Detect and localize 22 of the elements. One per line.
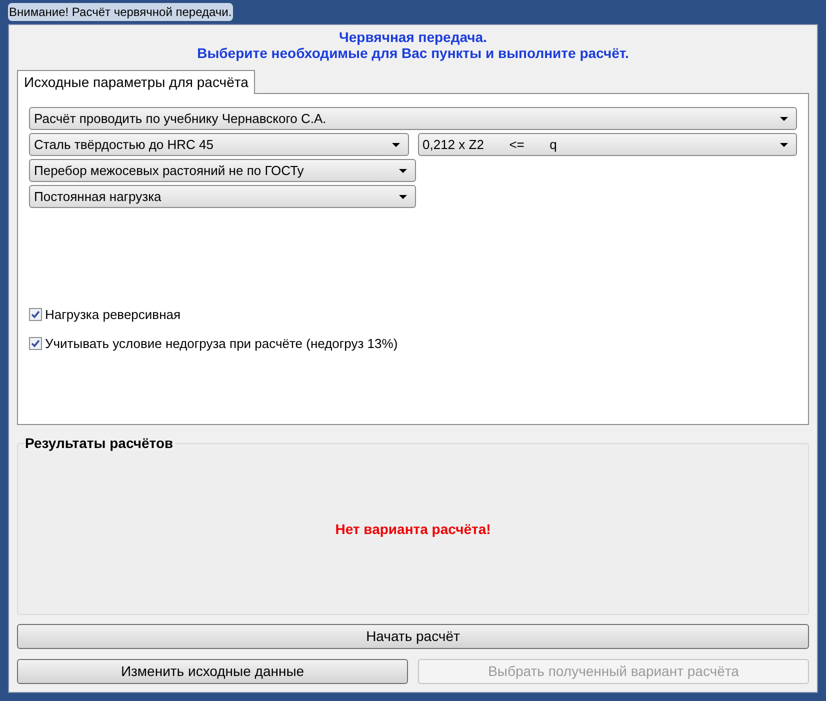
- checkbox[interactable]: [29, 308, 42, 322]
- results-title: Результаты расчётов: [25, 435, 176, 451]
- dropdown[interactable]: Постоянная нагрузка: [29, 185, 416, 208]
- caret-icon: [780, 142, 788, 146]
- dropdown[interactable]: 0,212 x Z2 <= q: [418, 133, 797, 156]
- dropdown[interactable]: Сталь твёрдостью до HRC 45: [29, 133, 408, 156]
- tab[interactable]: Исходные параметры для расчёта: [17, 70, 256, 94]
- caret-icon: [780, 116, 788, 120]
- caret-icon: [398, 194, 406, 198]
- checkbox[interactable]: [29, 336, 42, 350]
- heading-text: Выберите необходимые для Вас пункты и выполните расчёт.: [197, 45, 629, 61]
- caret-icon: [392, 142, 400, 146]
- status-message: Нет варианта расчёта!: [335, 520, 491, 539]
- heading-text: Червячная передача.: [339, 29, 487, 45]
- action-button[interactable]: Изменить исходные данные: [17, 659, 408, 684]
- dropdown[interactable]: Перебор межосевых растояний не по ГОСТу: [29, 159, 416, 182]
- caret-icon: [398, 168, 406, 172]
- action-button[interactable]: Начать расчёт: [17, 624, 809, 649]
- checkbox-label: Учитывать условие недогруза при расчёте (недогруз 13%): [45, 334, 398, 353]
- dropdown[interactable]: Расчёт проводить по учебнику Чернавского С.А.: [29, 107, 797, 130]
- window-title: Внимание! Расчёт червячной передачи.: [8, 3, 233, 21]
- checkbox-label: Нагрузка реверсивная: [45, 306, 181, 324]
